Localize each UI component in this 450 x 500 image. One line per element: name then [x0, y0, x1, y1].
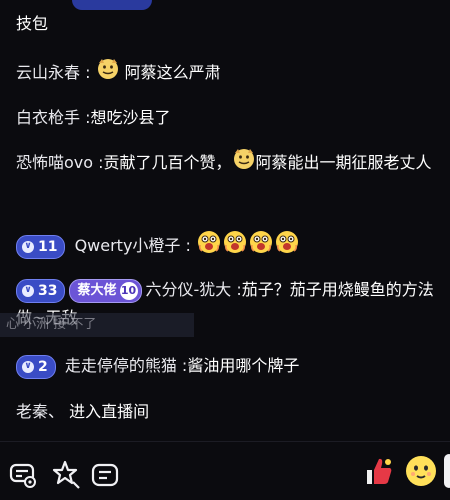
level-number: 2: [38, 358, 48, 375]
chat-message: 恐怖喵ovo :贡献了几百个赞， 阿蔡能出一期征服老丈人: [16, 148, 442, 179]
message-text: 阿蔡能出一期征服老丈人: [255, 153, 432, 172]
chevron-down-icon: ∨: [22, 360, 34, 373]
bottom-toolbar: [0, 442, 450, 500]
level-number: 11: [38, 238, 58, 255]
enter-notice: 老秦、 进入直播间: [16, 398, 442, 426]
chat-message: 技包: [16, 10, 442, 38]
message-input-icon[interactable]: [88, 458, 122, 492]
username: 老秦、: [16, 402, 65, 421]
scream-emoji-icon: [197, 230, 221, 263]
floating-overlay-text: 心 小洲 接 不了: [0, 313, 194, 337]
doge-emoji-icon: [233, 148, 255, 179]
level-badge-clipped: [72, 0, 152, 10]
scream-emoji-icon: [249, 230, 273, 263]
scream-emoji-icon: [223, 230, 247, 263]
username: 六分仪-犹大 :: [145, 280, 242, 299]
message-text: 酱油用哪个牌子: [187, 356, 300, 375]
chat-settings-icon[interactable]: [6, 458, 40, 492]
username: 恐怖喵ovo :: [16, 153, 104, 172]
message-text: 阿蔡这么严肃: [124, 63, 221, 82]
chat-message: 云山永春 : 阿蔡这么严肃: [16, 58, 442, 89]
scream-emoji-icon: [275, 230, 299, 263]
partial-icon[interactable]: [444, 454, 450, 488]
user-level-badge: ∨ 2: [16, 354, 56, 379]
fan-badge-label: 蔡大佬: [77, 282, 117, 298]
emoji-reaction-icon[interactable]: [402, 452, 440, 490]
username: 白衣枪手 :: [16, 108, 91, 127]
chat-message: 白衣枪手 :想吃沙县了: [16, 104, 442, 132]
chat-message: ∨ 2 走走停停的熊猫 :酱油用哪个牌子: [16, 352, 442, 380]
chevron-down-icon: ∨: [22, 284, 34, 297]
chat-list: 技包 云山永春 : 阿蔡这么严肃 白衣枪手 :想吃沙县了 恐怖喵ovo :贡献了…: [0, 0, 450, 440]
message-text: 想吃沙县了: [90, 108, 171, 127]
enter-text: 进入直播间: [69, 402, 150, 421]
message-text: 技包: [16, 14, 49, 33]
user-level-badge: ∨ 33: [16, 278, 66, 303]
user-level-badge: ∨ 11: [16, 234, 66, 259]
fan-club-badge: 蔡大佬 10: [69, 278, 142, 303]
like-icon[interactable]: [360, 452, 396, 490]
username: 云山永春 :: [16, 63, 91, 82]
chat-message: ∨ 11 Qwerty小橙子 :: [16, 230, 442, 263]
username: 走走停停的熊猫 :: [64, 356, 188, 375]
username: Qwerty小橙子 :: [74, 236, 191, 255]
doge-emoji-icon: [97, 58, 119, 89]
message-text: 贡献了几百个赞，: [103, 153, 232, 172]
chevron-down-icon: ∨: [22, 240, 34, 253]
level-number: 33: [38, 282, 58, 299]
star-effects-icon[interactable]: [47, 456, 83, 492]
fan-badge-level: 10: [119, 281, 138, 300]
